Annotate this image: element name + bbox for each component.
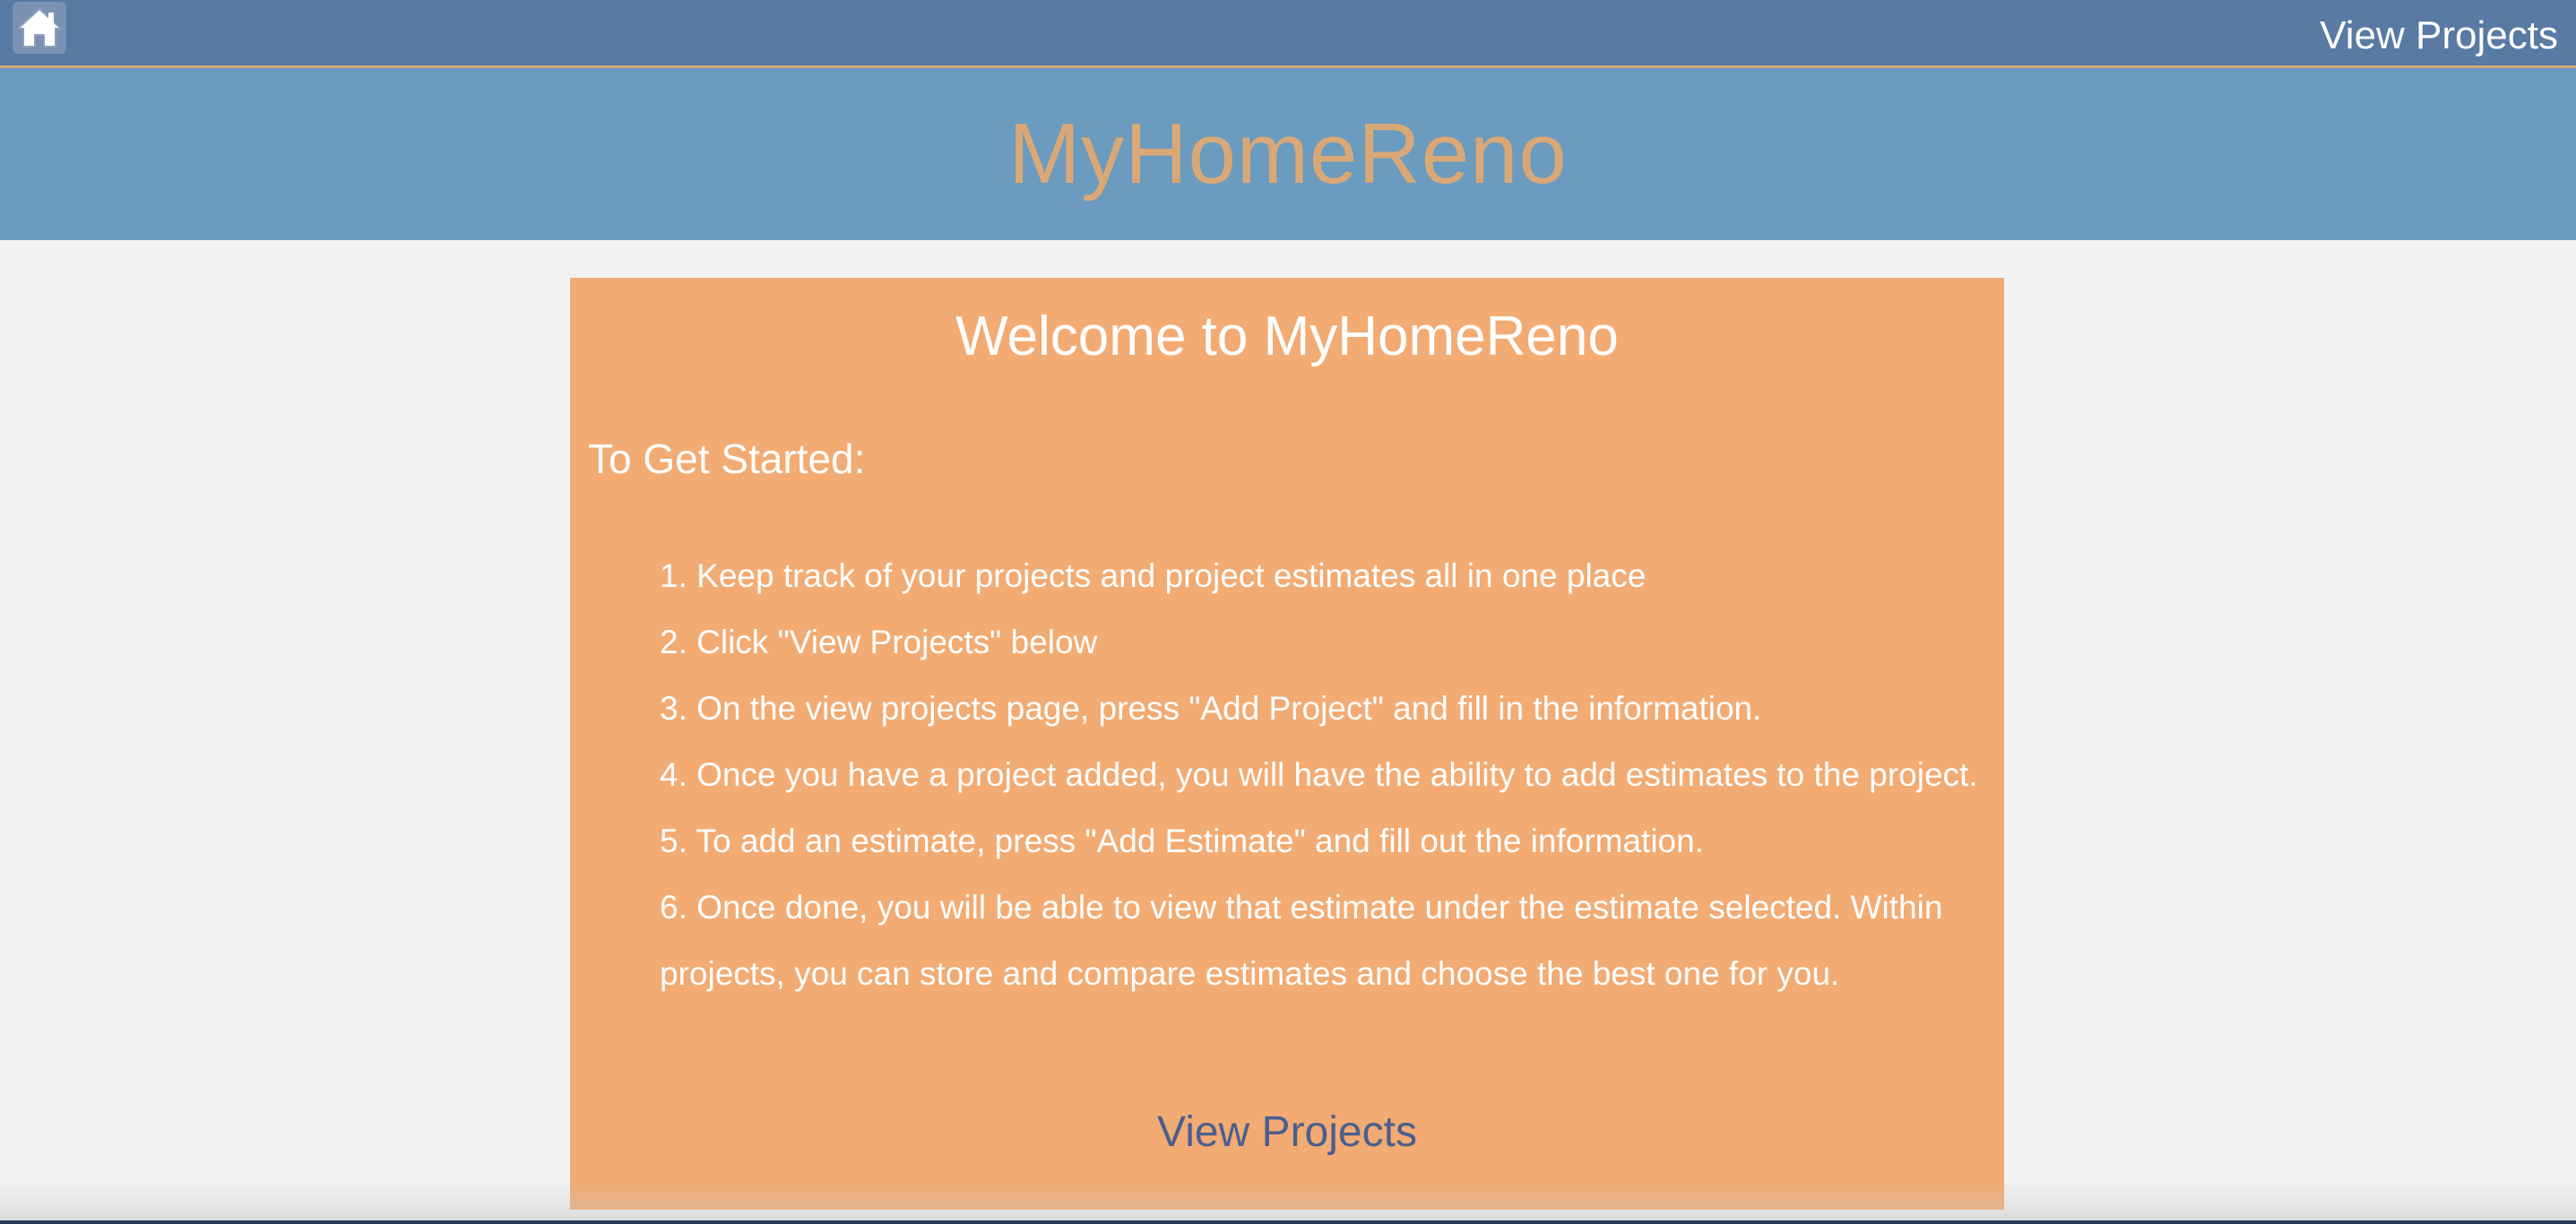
instruction-step: 5. To add an estimate, press "Add Estima… xyxy=(660,823,1704,859)
page-bottom-bar xyxy=(0,1220,2576,1224)
instruction-step: 6. Once done, you will be able to view t… xyxy=(660,889,1943,992)
view-projects-link[interactable]: View Projects xyxy=(570,1108,2004,1157)
home-icon xyxy=(17,8,62,47)
instruction-step: 2. Click "View Projects" below xyxy=(660,624,1098,660)
welcome-title: Welcome to MyHomeReno xyxy=(955,306,1619,367)
page-bottom-shadow xyxy=(0,1181,2576,1224)
brand-header: MyHomeReno xyxy=(0,68,2576,240)
instructions-list: 1. Keep track of your projects and proje… xyxy=(660,543,1986,1007)
welcome-card: Welcome to MyHomeReno To Get Started: 1.… xyxy=(570,278,2004,1210)
instruction-step: 4. Once you have a project added, you wi… xyxy=(660,756,1978,793)
nav-view-projects-link[interactable]: View Projects xyxy=(2320,9,2558,63)
top-navbar: View Projects xyxy=(0,0,2576,68)
instruction-step: 1. Keep track of your projects and proje… xyxy=(660,557,1647,594)
get-started-heading: To Get Started: xyxy=(588,435,866,482)
home-button[interactable] xyxy=(13,2,66,54)
site-title: MyHomeReno xyxy=(1008,106,1568,202)
instruction-step: 3. On the view projects page, press "Add… xyxy=(660,690,1762,727)
